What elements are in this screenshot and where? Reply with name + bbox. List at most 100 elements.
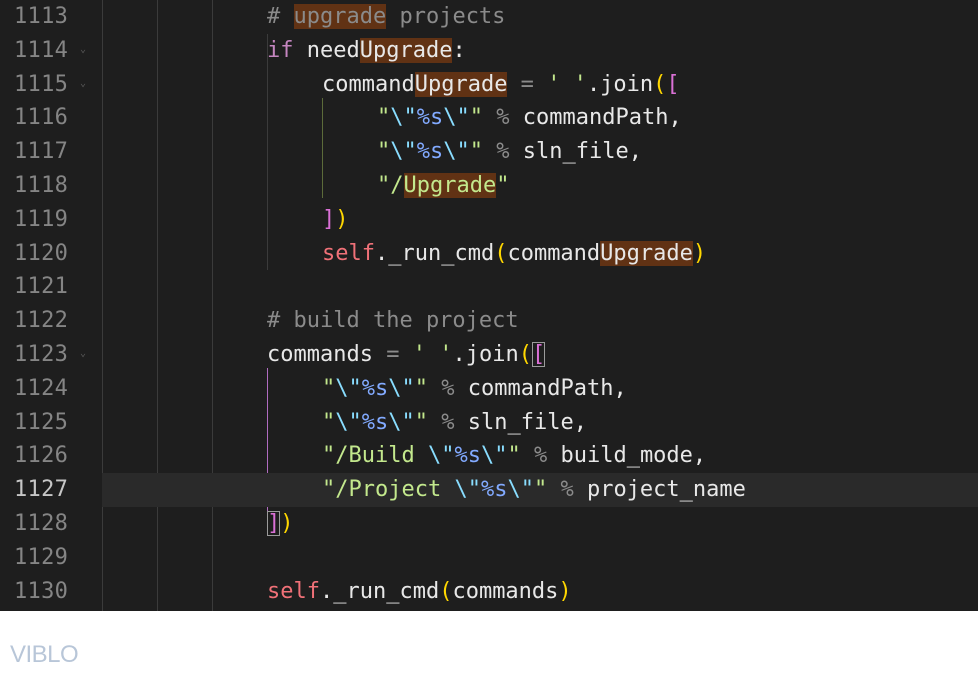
code-line[interactable]: 1125 "\"%s\"" % sln_file, (0, 406, 978, 440)
code-token: \" (388, 409, 415, 435)
line-number: 1127 (14, 477, 69, 503)
line-number: 1118 (14, 173, 69, 198)
code-text: ]) (322, 203, 349, 237)
code-token: .join (452, 342, 519, 367)
code-token: %s (361, 375, 389, 401)
code-token: %s (416, 105, 444, 131)
code-token: ._run_cmd (319, 578, 440, 604)
code-line[interactable]: 1119]) (0, 203, 978, 237)
line-number: 1114 (14, 37, 69, 63)
code-line[interactable]: 1117 "\"%s\"" % sln_file, (0, 135, 978, 169)
code-token: \" (443, 105, 470, 131)
code-token: if (267, 37, 294, 63)
code-token: ( (439, 578, 453, 604)
code-token: ) (280, 511, 294, 536)
code-token: " (469, 139, 483, 165)
code-token: % (520, 443, 561, 469)
code-token: ' ' (412, 342, 453, 367)
code-token: build_mode, (560, 443, 707, 469)
code-line[interactable]: 1129 (0, 541, 978, 575)
code-token: ( (653, 71, 667, 97)
code-line[interactable]: 1116 "\"%s\"" % commandPath, (0, 101, 978, 135)
code-token: ) (558, 578, 572, 604)
viblo-logo: VIBLO (10, 641, 79, 668)
code-token: commandPath, (467, 375, 627, 401)
code-token: " (414, 375, 428, 401)
code-token: "/ (377, 173, 404, 198)
code-token: need (293, 37, 360, 63)
code-token: Upgrade (359, 37, 453, 63)
code-token: " (496, 173, 510, 198)
line-number: 1129 (14, 544, 69, 570)
code-token: % (483, 105, 523, 131)
code-line[interactable]: 1115 ⌄ commandUpgrade = ' '.join([ (0, 68, 978, 102)
line-number: 1130 (14, 578, 69, 604)
code-token: " (469, 105, 483, 131)
code-text: "/Project \"%s\"" % project_name (322, 473, 746, 507)
code-token: \" (427, 443, 455, 469)
fold-chevron-icon[interactable]: ⌄ (80, 349, 90, 359)
line-number: 1117 (14, 139, 69, 165)
code-token: Upgrade (600, 240, 693, 266)
code-text: # build the project (267, 304, 519, 338)
code-token: \" (335, 375, 362, 401)
code-text: "/Upgrade" (377, 169, 509, 203)
code-token: = (372, 342, 413, 367)
code-line[interactable]: 1113 # upgrade projects (0, 0, 978, 34)
code-token: projects (386, 4, 506, 29)
line-number: 1128 (14, 511, 69, 536)
code-line[interactable]: 1128]) (0, 507, 978, 541)
code-line[interactable]: 1114 ⌄ if needUpgrade: (0, 34, 978, 68)
line-number: 1116 (14, 105, 69, 131)
line-number: 1121 (14, 274, 69, 300)
line-number: 1124 (14, 375, 69, 401)
line-number: 1120 (14, 240, 69, 266)
code-token: % (483, 139, 523, 165)
code-token: ) (335, 206, 349, 232)
code-token: % (428, 409, 468, 435)
code-token: ( (494, 240, 508, 266)
code-token: [ (666, 71, 680, 97)
code-text: self._run_cmd(commandUpgrade) (322, 237, 706, 271)
code-token: [ (531, 342, 546, 367)
code-line[interactable]: 1127 "/Project \"%s\"" % project_name (0, 473, 978, 508)
code-token: %s (480, 477, 508, 503)
code-token: %s (361, 409, 389, 435)
code-token: " (533, 477, 548, 503)
code-token: % (547, 477, 587, 503)
code-token: " (377, 139, 391, 165)
code-line[interactable]: 1121 (0, 270, 978, 304)
fold-chevron-icon[interactable]: ⌄ (80, 44, 90, 55)
code-editor[interactable]: 1113 # upgrade projects 1114 ⌄ if needUpgrad… (0, 0, 978, 611)
footer: VIBLO (0, 611, 978, 679)
code-token: commands (452, 578, 559, 604)
code-token: % (428, 375, 468, 401)
code-text: "/Build \"%s\"" % build_mode, (322, 439, 706, 473)
code-token: \" (335, 409, 362, 435)
fold-chevron-icon[interactable]: ⌄ (80, 78, 90, 89)
code-token: # build the project (267, 308, 519, 334)
code-token: \" (388, 375, 415, 401)
code-line[interactable]: 1124 "\"%s\"" % commandPath, (0, 372, 978, 406)
code-token: " (414, 409, 428, 435)
code-token: command (322, 71, 415, 97)
code-line[interactable]: 1120 self._run_cmd(commandUpgrade) (0, 237, 978, 271)
code-line[interactable]: 1122 # build the project (0, 304, 978, 338)
code-line[interactable]: 1123 ⌄ commands = ' '.join([ (0, 338, 978, 372)
code-token: self (322, 240, 375, 266)
line-number: 1122 (14, 308, 69, 334)
code-line[interactable]: 1130 self._run_cmd(commands) (0, 575, 978, 609)
code-text: if needUpgrade: (267, 34, 466, 68)
code-text: "\"%s\"" % sln_file, (377, 135, 642, 169)
code-token: commandPath, (522, 105, 682, 131)
code-text: "\"%s\"" % sln_file, (322, 406, 587, 440)
code-line[interactable]: 1126 "/Build \"%s\"" % build_mode, (0, 439, 978, 473)
code-token: commands (267, 342, 373, 367)
code-token: \" (390, 105, 417, 131)
code-token: # (267, 4, 294, 29)
code-token: ] (322, 206, 336, 232)
code-text: self._run_cmd(commands) (267, 575, 572, 609)
code-line[interactable]: 1118 "/Upgrade" (0, 169, 978, 203)
code-token: "/Project (322, 477, 455, 503)
code-text: ]) (267, 507, 294, 541)
